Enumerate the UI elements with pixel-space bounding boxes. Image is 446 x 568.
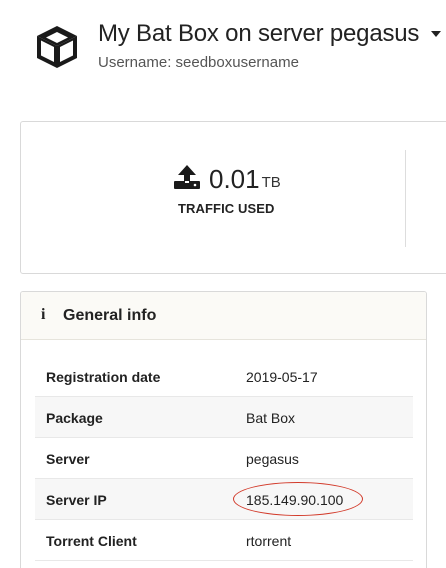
table-row: Server IP 185.149.90.100 [35, 479, 413, 520]
table-row: Torrent Client rtorrent [35, 520, 413, 561]
general-info-header: i General info [21, 292, 426, 340]
row-key: Server IP [46, 492, 107, 508]
row-value: rtorrent [246, 533, 292, 549]
general-info-card: i General info Registration date 2019-05… [20, 291, 427, 568]
traffic-label: TRAFFIC USED [178, 201, 275, 216]
row-key: Torrent Client [46, 533, 137, 549]
server-ip-value: 185.149.90.100 [246, 492, 344, 508]
row-key: Registration date [46, 369, 161, 385]
info-icon: i [41, 306, 46, 323]
stat-divider [405, 150, 406, 247]
page: My Bat Box on server pegasus Username: s… [0, 0, 446, 568]
row-value: Bat Box [246, 410, 296, 426]
caret-down-icon[interactable] [431, 31, 442, 37]
traffic-unit: TB [261, 174, 281, 191]
upload-icon [174, 165, 200, 189]
row-key: Package [46, 410, 103, 426]
page-title: My Bat Box on server pegasus [98, 20, 420, 47]
row-key: Server [46, 451, 90, 467]
row-value: pegasus [246, 451, 299, 467]
traffic-stat: 0.01 TB TRAFFIC USED [21, 122, 406, 275]
traffic-card: 0.01 TB TRAFFIC USED [20, 121, 446, 274]
general-info-table: Registration date 2019-05-17 Package Bat… [35, 356, 413, 561]
username-label: Username: seedboxusername [98, 54, 299, 71]
general-info-title: General info [63, 307, 157, 324]
traffic-value: 0.01 [209, 164, 260, 194]
page-header: My Bat Box on server pegasus Username: s… [0, 0, 446, 90]
server-title-dropdown[interactable]: My Bat Box on server pegasus [98, 20, 442, 48]
traffic-value-row: 0.01 TB [173, 164, 281, 193]
table-row: Package Bat Box [35, 397, 413, 438]
table-row: Registration date 2019-05-17 [35, 356, 413, 397]
box-icon [37, 26, 77, 68]
row-value: 2019-05-17 [246, 369, 318, 385]
table-row: Server pegasus [35, 438, 413, 479]
